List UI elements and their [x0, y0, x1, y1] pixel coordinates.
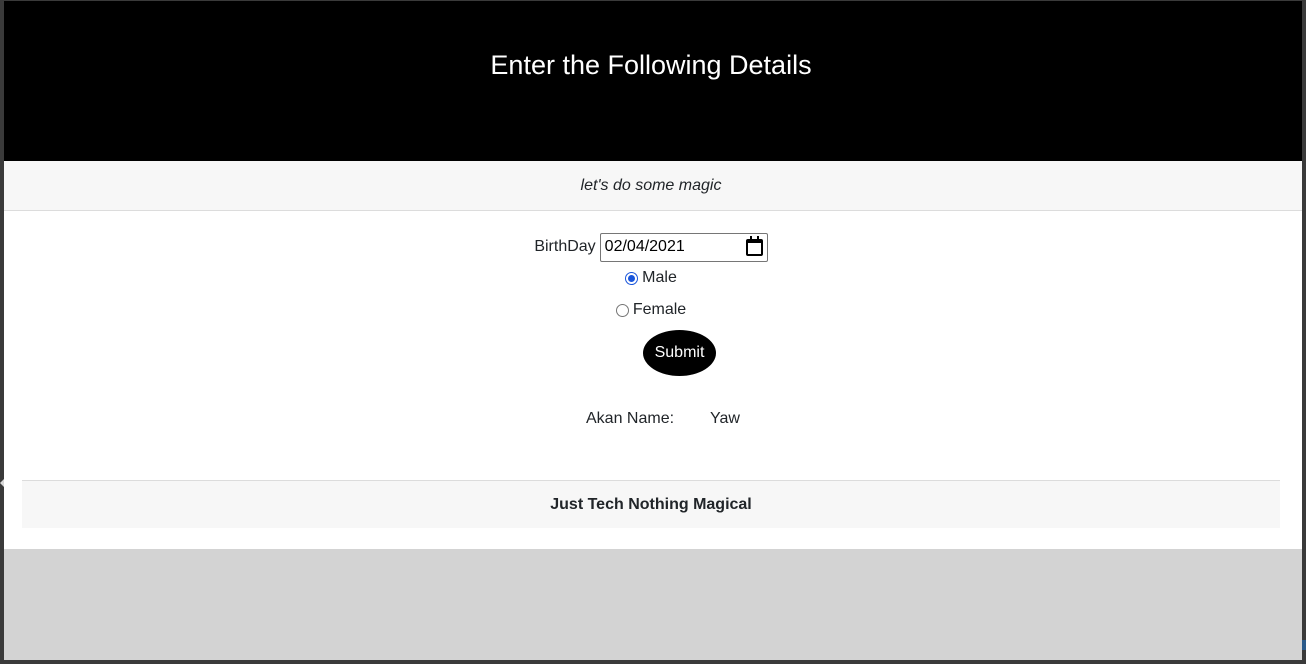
birthday-date-value: 02/04/2021: [604, 238, 685, 255]
page-title: Enter the Following Details: [490, 50, 812, 80]
birthday-row: BirthDay 02/04/2021: [4, 232, 1298, 262]
calendar-icon[interactable]: [745, 235, 763, 256]
submit-button[interactable]: Submit: [643, 330, 716, 376]
browser-viewport: Enter the Following Details let's do som…: [4, 1, 1302, 660]
akan-name-result: Akan Name: Yaw: [4, 410, 1298, 430]
akan-name-value: Yaw: [710, 410, 740, 427]
female-radio-button[interactable]: [615, 303, 629, 317]
subheader-bar: let's do some magic: [4, 161, 1302, 211]
header-banner: Enter the Following Details: [4, 1, 1302, 161]
gender-option-male[interactable]: Male: [4, 267, 1298, 289]
birthday-date-input[interactable]: 02/04/2021: [599, 232, 768, 262]
tagline: let's do some magic: [580, 177, 722, 194]
akan-name-label: Akan Name:: [586, 410, 675, 427]
page-container: Enter the Following Details let's do som…: [4, 1, 1302, 549]
birthday-label: BirthDay: [534, 238, 596, 255]
window-edge-marker: [1302, 640, 1306, 650]
male-radio-button[interactable]: [625, 271, 639, 285]
footer-text: Just Tech Nothing Magical: [550, 496, 752, 513]
male-radio-label: Male: [642, 269, 677, 286]
window-bottom-border: [0, 660, 1306, 664]
female-radio-label: Female: [632, 301, 687, 318]
page-footer: Just Tech Nothing Magical: [22, 480, 1280, 528]
gender-option-female[interactable]: Female: [4, 299, 1298, 321]
window-right-border: [1302, 0, 1306, 664]
